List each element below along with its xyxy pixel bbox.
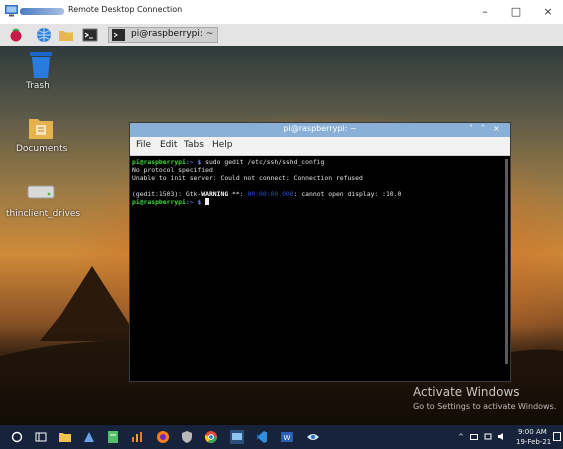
clock-time[interactable]: 9:00 AM bbox=[518, 428, 547, 436]
terminal-line: pi@raspberrypi:~ $ bbox=[132, 198, 210, 206]
remote-desktop-icon bbox=[5, 5, 18, 17]
pi-taskbar: pi@raspberrypi: ~ bbox=[0, 24, 563, 47]
file-manager-icon[interactable] bbox=[58, 27, 74, 43]
menu-file[interactable]: File bbox=[136, 140, 151, 150]
terminal-launcher-icon[interactable] bbox=[82, 27, 98, 43]
terminal-scrollbar[interactable] bbox=[505, 159, 508, 364]
terminal-menubar: File Edit Tabs Help bbox=[130, 137, 510, 156]
terminal-window[interactable]: pi@raspberrypi: ~ ˅ ˄ × File Edit Tabs H… bbox=[129, 122, 511, 382]
documents-label: Documents bbox=[16, 144, 68, 154]
maximize-button[interactable]: □ bbox=[501, 3, 531, 21]
firefox-icon[interactable] bbox=[156, 430, 170, 444]
chrome-icon[interactable] bbox=[204, 430, 218, 444]
minimize-button[interactable]: – bbox=[470, 3, 500, 21]
notification-icon[interactable] bbox=[553, 432, 561, 442]
svg-text:W: W bbox=[284, 434, 291, 442]
app-icon[interactable] bbox=[82, 430, 96, 444]
menu-edit[interactable]: Edit bbox=[160, 140, 177, 150]
documents-folder-icon[interactable] bbox=[28, 116, 54, 140]
drive-icon[interactable] bbox=[27, 184, 55, 200]
terminal-title: pi@raspberrypi: ~ bbox=[283, 124, 357, 133]
activate-windows-subtitle: Go to Settings to activate Windows. bbox=[413, 402, 557, 411]
window-title: Remote Desktop Connection bbox=[68, 5, 183, 14]
network-icon[interactable] bbox=[484, 433, 492, 441]
taskbar-item-terminal[interactable]: pi@raspberrypi: ~ bbox=[108, 27, 218, 43]
masked-timestamp: 00:00:00.000 bbox=[247, 190, 294, 198]
terminal-minimize-button[interactable]: ˅ bbox=[469, 124, 473, 133]
text-cursor bbox=[205, 198, 210, 205]
search-circle-icon[interactable] bbox=[10, 430, 24, 444]
terminal-icon bbox=[112, 29, 125, 41]
terminal-titlebar[interactable]: pi@raspberrypi: ~ ˅ ˄ × bbox=[130, 123, 510, 137]
menu-help[interactable]: Help bbox=[212, 140, 233, 150]
rdp-titlebar: Remote Desktop Connection – □ × bbox=[0, 0, 563, 25]
windows-taskbar: W ^ 9:00 AM 19-Feb-21 bbox=[0, 425, 563, 449]
tray-chevron-icon[interactable]: ^ bbox=[458, 433, 464, 441]
menu-tabs[interactable]: Tabs bbox=[184, 140, 204, 150]
volume-icon[interactable] bbox=[497, 432, 506, 441]
file-explorer-icon[interactable] bbox=[58, 430, 72, 444]
notepad-icon[interactable] bbox=[106, 430, 120, 444]
trash-label: Trash bbox=[26, 81, 50, 91]
trash-icon[interactable] bbox=[29, 51, 53, 79]
clock-date[interactable]: 19-Feb-21 bbox=[516, 438, 551, 446]
close-button[interactable]: × bbox=[533, 3, 563, 21]
terminal-line: (gedit:1503): Gtk-WARNING **: 00:00:00.0… bbox=[132, 190, 402, 198]
eye-app-icon[interactable] bbox=[306, 430, 320, 444]
terminal-line: pi@raspberrypi:~ $ sudo gedit /etc/ssh/s… bbox=[132, 158, 325, 166]
activate-windows-title: Activate Windows bbox=[413, 385, 520, 399]
word-icon[interactable]: W bbox=[280, 430, 294, 444]
terminal-line: Unable to init server: Could not connect… bbox=[132, 174, 363, 182]
terminal-line: No protocol specified bbox=[132, 166, 213, 174]
taskbar-item-label: pi@raspberrypi: ~ bbox=[131, 29, 214, 39]
terminal-maximize-button[interactable]: ˄ bbox=[481, 124, 485, 133]
remote-desktop-taskbar-icon[interactable] bbox=[230, 430, 244, 444]
vscode-icon[interactable] bbox=[254, 430, 268, 444]
thinclient-drives-label: thinclient_drives bbox=[6, 209, 81, 219]
chart-app-icon[interactable] bbox=[130, 430, 144, 444]
battery-icon[interactable] bbox=[470, 433, 479, 441]
task-view-icon[interactable] bbox=[34, 430, 48, 444]
shield-icon[interactable] bbox=[180, 430, 194, 444]
terminal-close-button[interactable]: × bbox=[493, 124, 500, 133]
web-browser-icon[interactable] bbox=[36, 27, 52, 43]
terminal-output[interactable]: pi@raspberrypi:~ $ sudo gedit /etc/ssh/s… bbox=[130, 156, 510, 381]
raspberry-menu-icon[interactable] bbox=[8, 27, 24, 43]
redacted-host bbox=[20, 8, 64, 15]
